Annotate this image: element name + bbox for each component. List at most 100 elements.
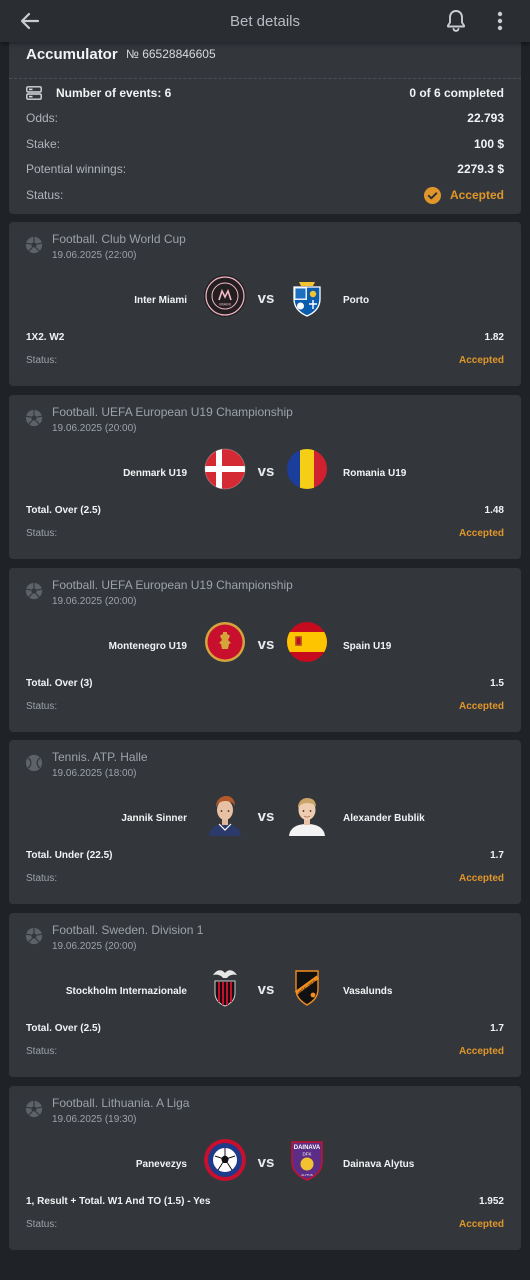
event-market: Total. Under (22.5): [26, 850, 113, 861]
event-league: Football. UEFA European U19 Championship: [52, 405, 293, 419]
odds-label: Odds:: [26, 111, 59, 125]
completed-count: 0 of 6 completed: [409, 86, 504, 100]
team1-name: Inter Miami: [134, 295, 187, 306]
winnings-row: Potential winnings: 2279.3 $: [26, 159, 504, 179]
event-card-stockholm-vasalunds[interactable]: Football. Sweden. Division 1 19.06.2025 …: [9, 913, 521, 1077]
team2-name: Dainava Alytus: [343, 1159, 415, 1170]
team2-name: Alexander Bublik: [343, 813, 425, 824]
event-league: Football. Sweden. Division 1: [52, 923, 204, 937]
event-status-label: Status:: [26, 355, 58, 366]
event-status-value: Accepted: [458, 355, 504, 366]
events-count-label: Number of events: 6: [56, 86, 172, 100]
vs-label: vs: [257, 1154, 275, 1171]
vs-label: vs: [257, 290, 275, 307]
event-status-value: Accepted: [458, 873, 504, 884]
event-card-denmark-romania[interactable]: Football. UEFA European U19 Championship…: [9, 395, 521, 559]
team2-name: Romania U19: [343, 468, 407, 479]
vs-label: vs: [257, 636, 275, 653]
event-date: 19.06.2025 (18:00): [52, 768, 137, 779]
event-market: Total. Over (2.5): [26, 1023, 101, 1034]
event-date: 19.06.2025 (20:00): [52, 596, 137, 607]
stake-label: Stake:: [26, 137, 61, 151]
event-date: 19.06.2025 (22:00): [52, 250, 137, 261]
event-status-value: Accepted: [458, 701, 504, 712]
winnings-label: Potential winnings:: [26, 162, 127, 176]
stockholm-internazionale-logo: [213, 970, 237, 1007]
event-odds: 1.82: [484, 332, 504, 343]
event-league: Football. Lithuania. A Liga: [52, 1096, 190, 1110]
inter-miami-logo-text: MIAMI: [219, 302, 231, 307]
panevezys-logo: [204, 1139, 246, 1181]
football-icon: [25, 1100, 43, 1118]
event-status-label: Status:: [26, 701, 58, 712]
team2-name: Vasalunds: [343, 986, 393, 997]
event-status-value: Accepted: [458, 528, 504, 539]
vasalunds-logo: VASALUNDS: [294, 970, 320, 1006]
jannik-sinner-avatar: [209, 796, 241, 836]
event-status-label: Status:: [26, 1219, 58, 1230]
status-value: Accepted: [449, 188, 504, 202]
spain-flag-logo: [287, 622, 327, 662]
event-odds: 1.7: [490, 850, 504, 861]
event-status-label: Status:: [26, 1046, 58, 1057]
stake-value: 100 $: [473, 137, 504, 151]
event-card-panevezys-dainava[interactable]: Football. Lithuania. A Liga 19.06.2025 (…: [9, 1086, 521, 1250]
event-odds: 1.952: [478, 1196, 504, 1207]
alexander-bublik-avatar: [289, 798, 325, 836]
event-card-montenegro-spain[interactable]: Football. UEFA European U19 Championship…: [9, 568, 521, 732]
vs-label: vs: [257, 463, 275, 480]
stake-row: Stake: 100 $: [26, 134, 504, 154]
bet-number: № 66528846605: [126, 47, 216, 61]
event-league: Tennis. ATP. Halle: [52, 750, 148, 764]
denmark-flag-logo: [204, 448, 246, 490]
montenegro-flag-logo: [205, 622, 245, 662]
dainava-logo-text: DAINAVA: [294, 1145, 321, 1151]
odds-value: 22.793: [467, 111, 504, 125]
team2-name: Spain U19: [343, 641, 392, 652]
team1-name: Montenegro U19: [108, 641, 187, 652]
bet-summary-card: Accumulator № 66528846605 Number of even…: [9, 36, 521, 214]
inter-miami-logo: MIAMI: [204, 275, 246, 317]
event-date: 19.06.2025 (19:30): [52, 1114, 137, 1125]
divider: [9, 78, 521, 79]
team1-name: Stockholm Internazionale: [65, 986, 187, 997]
dainava-logo-subtext: DFK: [303, 1152, 312, 1157]
vs-label: vs: [257, 981, 275, 998]
team2-name: Porto: [343, 295, 370, 306]
football-icon: [25, 927, 43, 945]
check-circle-icon: [423, 186, 441, 204]
event-market: Total. Over (2.5): [26, 505, 101, 516]
vs-label: vs: [257, 808, 275, 825]
dainava-alytus-logo: DAINAVA DFK ALYTUS: [291, 1141, 323, 1181]
events-row: Number of events: 6 0 of 6 completed: [26, 83, 504, 103]
more-vertical-icon[interactable]: [492, 9, 508, 33]
team1-name: Denmark U19: [123, 468, 187, 479]
team1-name: Panevezys: [135, 1159, 187, 1170]
event-market: Total. Over (3): [26, 678, 93, 689]
event-odds: 1.7: [490, 1023, 504, 1034]
event-odds: 1.5: [490, 678, 504, 689]
event-card-inter-miami-porto[interactable]: Football. Club World Cup 19.06.2025 (22:…: [9, 222, 521, 386]
status-badge: Accepted: [423, 186, 504, 204]
event-status-label: Status:: [26, 528, 58, 539]
event-date: 19.06.2025 (20:00): [52, 423, 137, 434]
event-market: 1, Result + Total. W1 And TO (1.5) - Yes: [26, 1196, 211, 1207]
event-status-value: Accepted: [458, 1046, 504, 1057]
bet-type: Accumulator: [26, 46, 118, 63]
event-card-sinner-bublik[interactable]: Tennis. ATP. Halle 19.06.2025 (18:00) Ja…: [9, 740, 521, 904]
bell-icon[interactable]: [444, 8, 468, 34]
events-icon: [26, 86, 42, 100]
event-status-label: Status:: [26, 873, 58, 884]
event-odds: 1.48: [484, 505, 504, 516]
winnings-value: 2279.3 $: [457, 162, 504, 176]
romania-flag-logo: [287, 449, 327, 489]
team1-name: Jannik Sinner: [121, 813, 187, 824]
event-status-value: Accepted: [458, 1219, 504, 1230]
status-row: Status: Accepted: [26, 185, 504, 205]
top-bar: Bet details: [0, 0, 530, 42]
porto-logo: [293, 282, 321, 317]
football-icon: [25, 236, 43, 254]
dainava-logo-city: ALYTUS: [301, 1173, 312, 1177]
odds-row: Odds: 22.793: [26, 108, 504, 128]
tennis-icon: [25, 754, 43, 772]
